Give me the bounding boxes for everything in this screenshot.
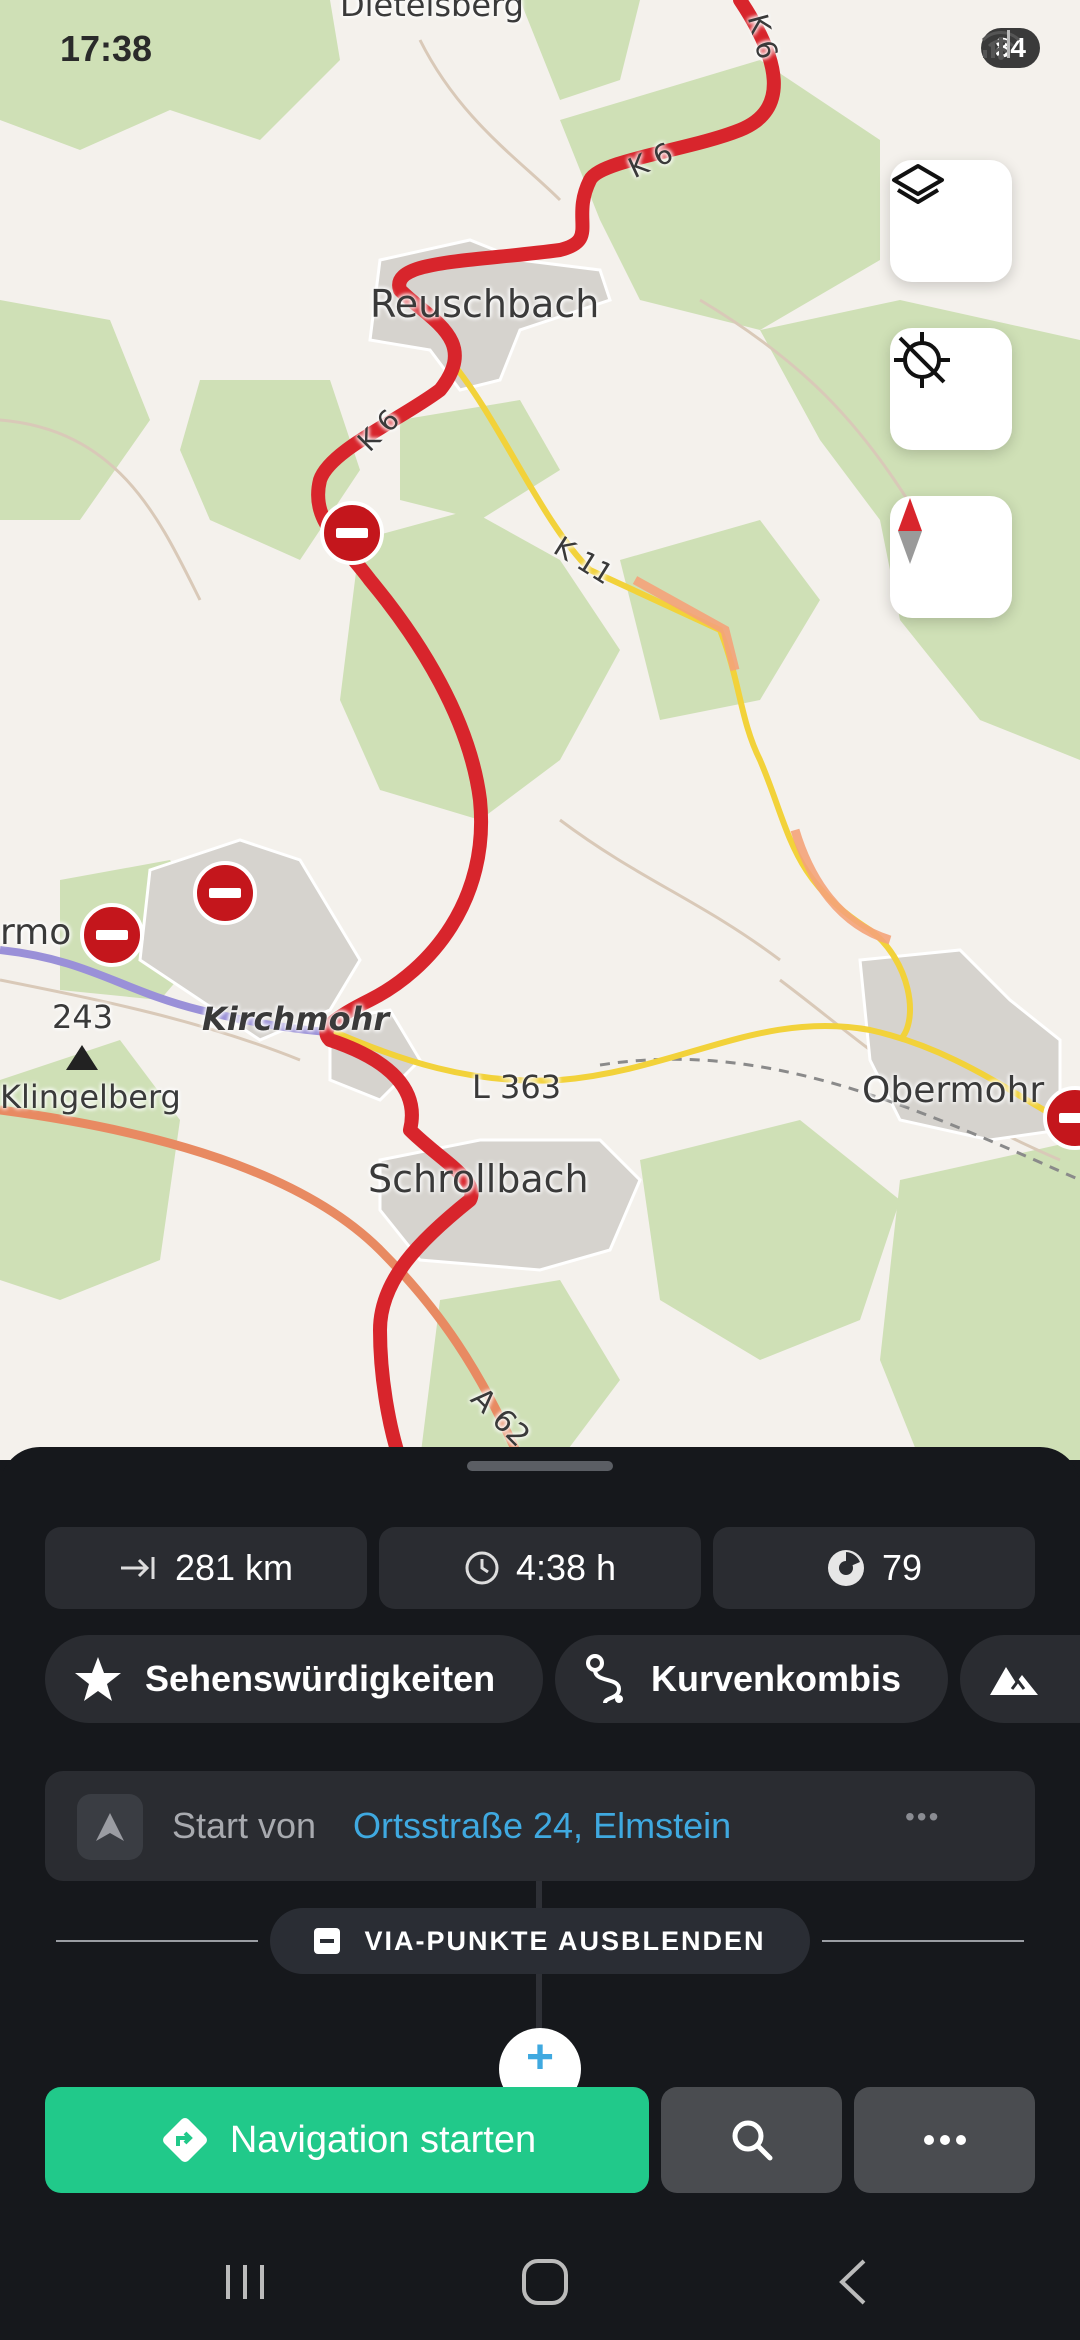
navigation-arrow-icon xyxy=(96,1813,124,1841)
status-icons: 84 xyxy=(980,28,1040,68)
mountain-chip[interactable] xyxy=(960,1635,1080,1723)
mountain-icon xyxy=(990,1667,1038,1695)
map-label-reuschbach: Reuschbach xyxy=(370,282,600,326)
signal-icon xyxy=(982,30,1010,58)
map-label-dietelsberg: Dietelsberg xyxy=(340,0,524,24)
home-icon[interactable] xyxy=(520,2257,570,2307)
recent-apps-icon[interactable] xyxy=(220,2257,270,2307)
distance-icon xyxy=(120,1557,155,1579)
curve-route-icon xyxy=(586,1654,623,1704)
hide-via-points-label: VIA-PUNKTE AUSBLENDEN xyxy=(364,1925,766,1956)
collapse-icon xyxy=(314,1928,341,1954)
compass-button[interactable] xyxy=(890,496,1012,618)
layers-button[interactable] xyxy=(890,160,1012,282)
location-button[interactable] xyxy=(890,328,1012,450)
map-label-schrollbach: Schrollbach xyxy=(368,1157,589,1201)
search-icon xyxy=(732,2120,772,2161)
route-sheet: 281 km 4:38 h 79 Sehenswürdigkeiten Kurv… xyxy=(0,1447,1080,2340)
curviness-value: 79 xyxy=(881,1547,923,1588)
distance-value: 281 km xyxy=(174,1547,294,1588)
sights-chip[interactable]: Sehenswürdigkeiten xyxy=(45,1635,543,1723)
start-waypoint-row[interactable]: Start von Ortsstraße 24, Elmstein ••• xyxy=(45,1771,1035,1881)
map-label-elevation: 243 xyxy=(52,998,114,1036)
curviness-stat: 79 xyxy=(713,1527,1035,1609)
divider-right xyxy=(822,1940,1024,1942)
duration-stat: 4:38 h xyxy=(379,1527,701,1609)
map-label-obermohr: Obermohr xyxy=(862,1070,1045,1111)
search-button[interactable] xyxy=(661,2087,842,2193)
start-more-button[interactable]: ••• xyxy=(905,1801,940,1833)
start-address[interactable]: Ortsstraße 24, Elmstein xyxy=(353,1805,731,1847)
layers-icon xyxy=(892,164,944,204)
more-options-button[interactable] xyxy=(854,2087,1035,2193)
map-label-kirchmohr: Kirchmohr xyxy=(202,1000,390,1038)
duration-value: 4:38 h xyxy=(515,1547,617,1588)
gps-off-icon xyxy=(894,332,950,388)
directions-icon xyxy=(162,2118,207,2162)
distance-stat: 281 km xyxy=(45,1527,367,1609)
map-label-klingelberg: Klingelberg xyxy=(0,1078,181,1116)
curviness-icon xyxy=(827,1550,864,1586)
back-icon[interactable] xyxy=(830,2257,880,2307)
curves-chip-label: Kurvenkombis xyxy=(651,1658,902,1699)
curves-chip[interactable]: Kurvenkombis xyxy=(555,1635,948,1723)
map-label-ermo: rmo xyxy=(0,912,72,953)
status-time: 17:38 xyxy=(60,28,153,69)
hide-via-points-button[interactable]: VIA-PUNKTE AUSBLENDEN xyxy=(270,1908,810,1974)
start-prefix: Start von xyxy=(172,1805,317,1846)
star-icon xyxy=(75,1657,121,1701)
map-label-l363: L 363 xyxy=(472,1068,562,1106)
sights-chip-label: Sehenswürdigkeiten xyxy=(145,1658,496,1699)
divider-left xyxy=(56,1940,258,1942)
more-icon xyxy=(923,2135,966,2145)
start-navigation-label: Navigation starten xyxy=(229,2118,537,2161)
drag-handle[interactable] xyxy=(467,1461,613,1471)
compass-icon xyxy=(898,498,922,564)
clock-icon xyxy=(465,1551,499,1585)
start-navigation-button[interactable]: Navigation starten xyxy=(45,2087,649,2193)
map-view[interactable]: Dietelsberg Reuschbach K 6 K 6 K 6 K 11 … xyxy=(0,0,1080,1460)
start-marker xyxy=(77,1794,143,1860)
